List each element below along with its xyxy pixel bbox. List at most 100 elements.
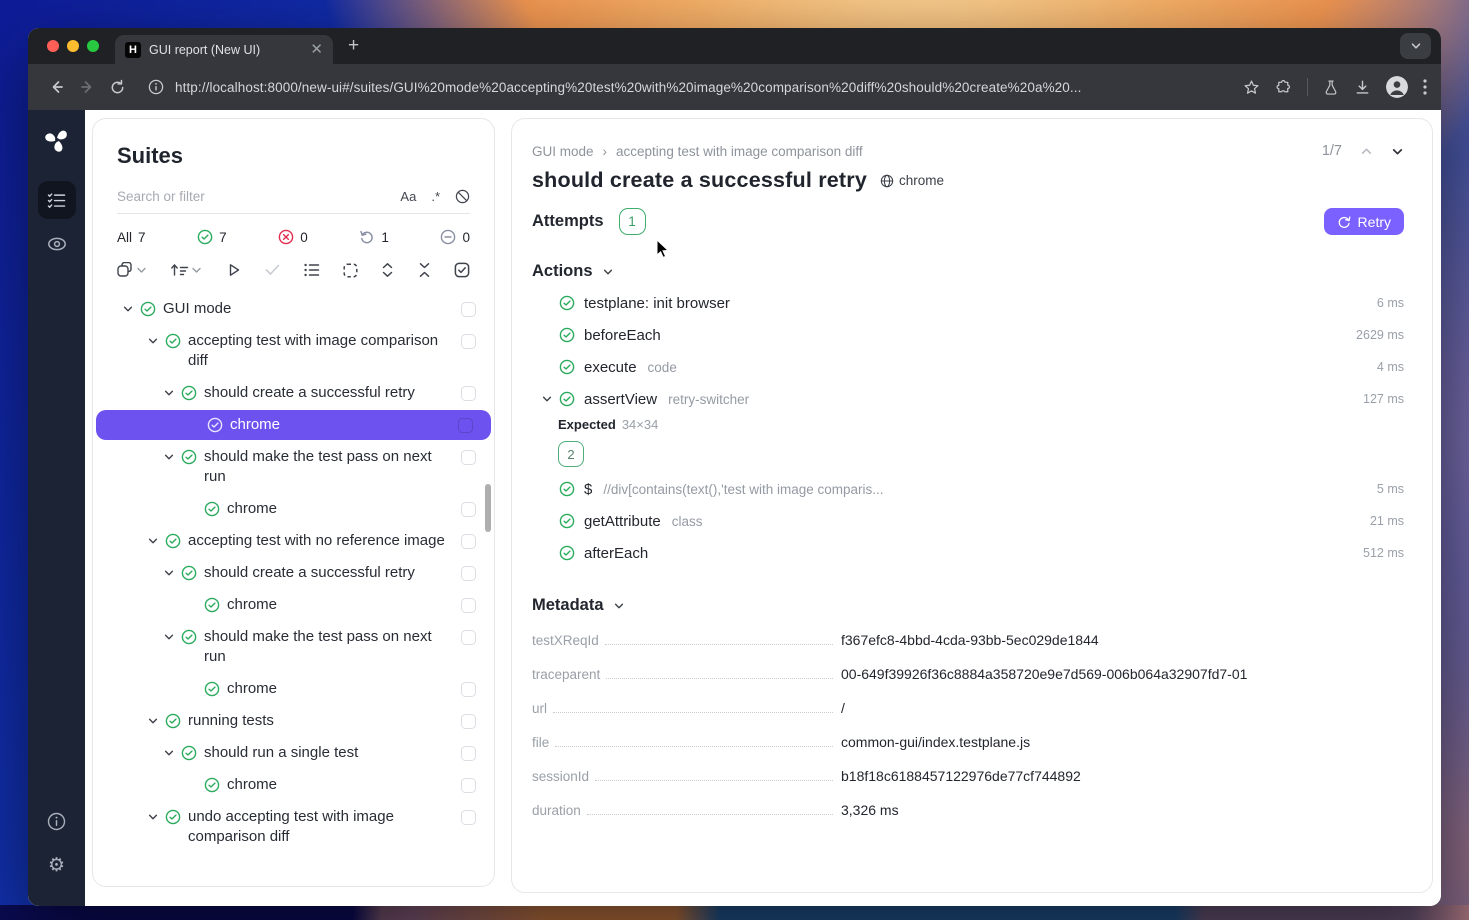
tree-row[interactable]: undo accepting test with image compariso… — [93, 801, 494, 853]
action-row[interactable]: execute code 4 ms — [532, 351, 1404, 383]
forward-button[interactable] — [72, 72, 102, 102]
action-row[interactable]: beforeEach 2629 ms — [532, 319, 1404, 351]
extensions-puzzle-icon[interactable] — [1275, 79, 1292, 96]
tab-close-icon[interactable]: ✕ — [310, 42, 323, 57]
new-tab-button[interactable]: + — [348, 35, 359, 57]
action-row[interactable]: $ //div[contains(text(),'test with image… — [532, 473, 1404, 505]
action-row[interactable]: testplane: init browser 6 ms — [532, 287, 1404, 319]
run-tests-button[interactable] — [226, 262, 242, 278]
chevron-down-icon[interactable] — [119, 303, 137, 315]
experiments-flask-icon[interactable] — [1323, 79, 1339, 96]
tree-row[interactable]: should create a successful retry — [93, 377, 494, 409]
tree-item-checkbox[interactable] — [461, 334, 476, 349]
tab-search-button[interactable] — [1400, 33, 1431, 59]
focus-mode-button[interactable] — [343, 263, 358, 278]
action-row[interactable]: getAttribute class 21 ms — [532, 505, 1404, 537]
pager-prev-icon[interactable] — [1360, 145, 1373, 158]
search-bar[interactable]: Search or filter Aa .* — [117, 189, 470, 214]
filter-failed[interactable]: 0 — [278, 229, 308, 245]
testplane-logo[interactable] — [41, 123, 73, 155]
chevron-down-icon[interactable] — [536, 393, 558, 405]
back-button[interactable] — [42, 72, 72, 102]
chevron-down-icon[interactable] — [160, 387, 178, 399]
tree-row[interactable]: should make the test pass on next run — [93, 441, 494, 493]
tree-row[interactable]: GUI mode — [93, 293, 494, 325]
action-row[interactable]: afterEach 512 ms — [532, 537, 1404, 569]
site-info-icon[interactable] — [148, 79, 164, 95]
chevron-down-icon[interactable] — [144, 811, 162, 823]
tree-item-checkbox[interactable] — [461, 566, 476, 581]
tree-item-checkbox[interactable] — [461, 302, 476, 317]
tree-item-checkbox[interactable] — [461, 630, 476, 645]
tree-row[interactable]: should run a single test — [93, 737, 494, 769]
profile-avatar[interactable] — [1386, 76, 1408, 98]
expand-all-button[interactable] — [381, 262, 394, 278]
url-text[interactable]: http://localhost:8000/new-ui#/suites/GUI… — [175, 80, 1081, 95]
tree-item-checkbox[interactable] — [461, 714, 476, 729]
tree-row[interactable]: chrome — [93, 589, 494, 621]
breadcrumb-suite[interactable]: GUI mode — [532, 144, 594, 159]
browsers-filter-globe-icon[interactable] — [455, 189, 470, 204]
tree-row[interactable]: accepting test with image comparison dif… — [93, 325, 494, 377]
tree-item-checkbox[interactable] — [461, 746, 476, 761]
filter-retried[interactable]: 1 — [359, 229, 389, 245]
retry-button[interactable]: Retry — [1324, 208, 1404, 235]
regex-toggle[interactable]: .* — [431, 189, 440, 204]
tree-item-checkbox[interactable] — [461, 810, 476, 825]
settings-button[interactable]: ⚙ — [38, 846, 76, 884]
tree-item-checkbox[interactable] — [461, 778, 476, 793]
sort-dropdown[interactable] — [170, 262, 202, 278]
tree-row[interactable]: accepting test with no reference image — [93, 525, 494, 557]
browsers-select-dropdown[interactable] — [117, 262, 147, 278]
collapse-all-button[interactable] — [418, 262, 431, 278]
info-button[interactable] — [38, 802, 76, 840]
screenshot-attempt-badge[interactable]: 2 — [558, 441, 584, 467]
action-row[interactable]: assertView retry-switcher 127 ms — [532, 383, 1404, 415]
chevron-down-icon[interactable] — [144, 535, 162, 547]
chevron-down-icon[interactable] — [144, 335, 162, 347]
tree-item-checkbox[interactable] — [461, 386, 476, 401]
tree-row[interactable]: chrome — [96, 410, 491, 440]
tree-item-checkbox[interactable] — [461, 682, 476, 697]
tree-item-checkbox[interactable] — [461, 450, 476, 465]
pager-next-icon[interactable] — [1391, 145, 1404, 158]
chevron-down-icon[interactable] — [160, 631, 178, 643]
actions-section-header[interactable]: Actions — [532, 262, 1404, 281]
chevron-down-icon[interactable] — [160, 451, 178, 463]
tree-row[interactable]: should make the test pass on next run — [93, 621, 494, 673]
chevron-down-icon[interactable] — [144, 715, 162, 727]
downloads-icon[interactable] — [1354, 79, 1371, 96]
breadcrumb-subsuite[interactable]: accepting test with image comparison dif… — [616, 144, 863, 159]
chevron-down-icon[interactable] — [160, 747, 178, 759]
view-list-button[interactable] — [304, 263, 320, 277]
filter-all[interactable]: All 7 — [117, 230, 146, 245]
tree-row[interactable]: should create a successful retry — [93, 557, 494, 589]
select-all-checkbox[interactable] — [454, 262, 470, 278]
filter-passed[interactable]: 7 — [197, 229, 227, 245]
accept-all-button[interactable] — [265, 264, 280, 276]
tree-scrollbar[interactable] — [485, 484, 491, 532]
attempt-badge[interactable]: 1 — [619, 208, 646, 235]
menu-kebab-icon[interactable] — [1423, 79, 1427, 95]
tree-row[interactable]: running tests — [93, 705, 494, 737]
match-case-toggle[interactable]: Aa — [400, 189, 416, 204]
tree-row[interactable]: chrome — [93, 493, 494, 525]
reload-button[interactable] — [102, 72, 132, 102]
tree-item-checkbox[interactable] — [458, 418, 473, 433]
chevron-down-icon[interactable] — [160, 567, 178, 579]
tree-row[interactable]: chrome — [93, 673, 494, 705]
browser-tab[interactable]: H GUI report (New UI) ✕ — [115, 35, 333, 64]
nav-suites-button[interactable] — [38, 181, 76, 219]
minimize-window-button[interactable] — [67, 40, 79, 52]
address-bar[interactable]: http://localhost:8000/new-ui#/suites/GUI… — [132, 79, 1229, 95]
tree-item-checkbox[interactable] — [461, 534, 476, 549]
bookmark-star-icon[interactable] — [1243, 79, 1260, 96]
nav-visual-checks-button[interactable] — [38, 225, 76, 263]
tree-row[interactable]: chrome — [93, 769, 494, 801]
close-window-button[interactable] — [47, 40, 59, 52]
tree-item-checkbox[interactable] — [461, 502, 476, 517]
search-input[interactable]: Search or filter — [117, 189, 400, 204]
metadata-section-header[interactable]: Metadata — [532, 596, 1404, 615]
tree-item-checkbox[interactable] — [461, 598, 476, 613]
filter-skipped[interactable]: 0 — [440, 229, 470, 245]
